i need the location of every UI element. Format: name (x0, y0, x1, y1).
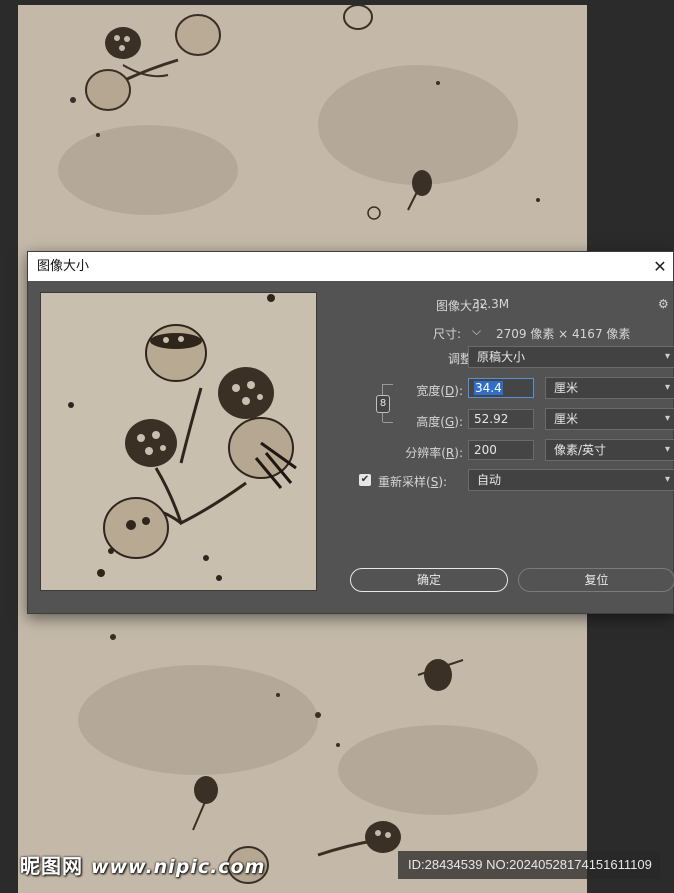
height-label: 高度(G): (416, 415, 463, 429)
resample-checkbox[interactable]: ✔ (359, 474, 371, 486)
image-id-bar: ID:28434539 NO:20240528174151611109 (398, 851, 660, 879)
checkmark-icon: ✔ (360, 474, 370, 485)
width-unit-value: 厘米 (554, 381, 579, 395)
width-input[interactable]: 34.4 (468, 378, 534, 398)
height-unit-value: 厘米 (554, 412, 579, 426)
chevron-down-icon: ▾ (664, 444, 670, 455)
preview-artwork (68, 294, 297, 581)
resolution-input[interactable]: 200 (468, 440, 534, 460)
dialog-title: 图像大小 (37, 259, 90, 274)
ok-button[interactable]: 确定 (350, 568, 508, 592)
dimensions-value: 2709 像素 × 4167 像素 (496, 327, 631, 341)
height-unit-dropdown[interactable]: 厘米 ▾ (545, 408, 674, 430)
chevron-down-icon: ▾ (664, 413, 670, 424)
height-input[interactable]: 52.92 (468, 409, 534, 429)
dialog-titlebar: 图像大小 ✕ (28, 252, 673, 281)
width-label: 宽度(D): (416, 384, 463, 398)
image-size-dialog: 图像大小 ✕ 图像大小: 32.3M ⚙ 尺寸: ⌵ 2709 像素 × 416… (27, 251, 674, 614)
watermark-url: www.nipic.com (91, 856, 266, 878)
resolution-unit-dropdown[interactable]: 像素/英寸 ▾ (545, 439, 674, 461)
resample-value: 自动 (477, 473, 502, 487)
image-preview[interactable] (40, 292, 317, 591)
resample-label: 重新采样(S): (378, 475, 448, 489)
chevron-down-icon: ▾ (664, 382, 670, 393)
chevron-down-icon[interactable]: ⌵ (472, 324, 481, 339)
dimensions-label: 尺寸: (432, 327, 461, 341)
watermark-brand: 昵图网 (20, 854, 83, 878)
resolution-unit-value: 像素/英寸 (554, 443, 607, 457)
chevron-down-icon: ▾ (664, 474, 670, 485)
gear-icon[interactable]: ⚙ (658, 297, 669, 311)
image-size-value: 32.3M (472, 297, 510, 311)
resolution-label: 分辨率(R): (405, 446, 463, 460)
close-icon[interactable]: ✕ (649, 252, 671, 281)
resample-dropdown[interactable]: 自动 ▾ (468, 469, 674, 491)
chevron-down-icon: ▾ (664, 351, 670, 362)
watermark-logo: 昵图网 www.nipic.com (20, 850, 265, 879)
reset-button[interactable]: 复位 (518, 568, 674, 592)
fit-to-value: 原稿大小 (477, 350, 526, 364)
image-size-label: 图像大小: (435, 299, 488, 313)
fit-to-dropdown[interactable]: 原稿大小 ▾ (468, 346, 674, 368)
width-unit-dropdown[interactable]: 厘米 ▾ (545, 377, 674, 399)
